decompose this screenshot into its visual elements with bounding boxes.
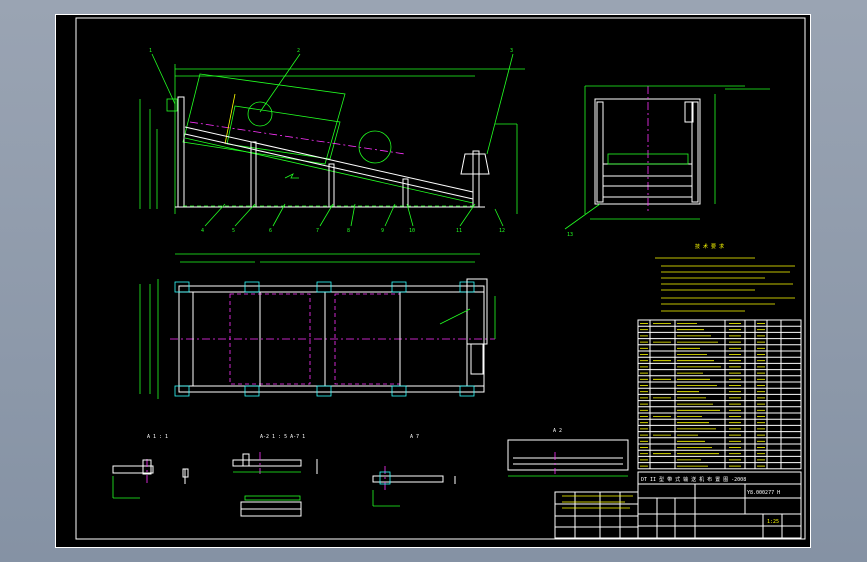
balloon: 12	[499, 228, 505, 234]
plan-view	[139, 253, 496, 399]
drawing-canvas: 1 2 3 4 5 6 7 8 9 10 11 12 13 技 术 要 求 DT…	[55, 14, 811, 548]
technical-notes: 技 术 要 求	[655, 243, 795, 312]
balloon: 1	[149, 48, 152, 54]
balloon: 10	[409, 228, 415, 234]
sheet-border	[55, 14, 811, 548]
parts-list-table	[637, 319, 802, 470]
title-block: DT II 型 带 式 输 送 机 布 置 图 -2008 Y8.000277 …	[554, 471, 802, 539]
detail-label: A 1 : 1	[147, 434, 168, 440]
drawing-number: Y8.000277 H	[747, 490, 780, 496]
drawing-title: DT II 型 带 式 输 送 机 布 置 图 -2008	[641, 476, 746, 483]
detail-view-4: A 2	[507, 428, 629, 477]
balloon: 3	[510, 48, 513, 54]
side-elevation-view	[139, 53, 525, 227]
balloon: 2	[297, 48, 300, 54]
balloon: 4	[201, 228, 204, 234]
detail-view-2: A-2 1 : 5 A-7 1	[232, 434, 318, 517]
small-notes-block	[562, 495, 633, 509]
balloon: 11	[456, 228, 462, 234]
balloon: 6	[269, 228, 272, 234]
detail-view-1: A 1 : 1	[112, 434, 189, 499]
end-view	[564, 85, 770, 230]
balloon: 13	[567, 232, 573, 238]
drawing-scale: 1:25	[767, 519, 779, 525]
balloon: 8	[347, 228, 350, 234]
balloon: 5	[232, 228, 235, 234]
detail-label: A 7	[410, 434, 419, 440]
detail-label: A-2 1 : 5 A-7 1	[260, 434, 305, 440]
detail-view-3: A 7	[372, 434, 456, 507]
balloon: 7	[316, 228, 319, 234]
detail-label: A 2	[553, 428, 562, 434]
cad-viewport[interactable]: 1 2 3 4 5 6 7 8 9 10 11 12 13 技 术 要 求 DT…	[0, 0, 867, 562]
notes-heading: 技 术 要 求	[695, 243, 724, 250]
balloon: 9	[381, 228, 384, 234]
drawing-sheet: 1 2 3 4 5 6 7 8 9 10 11 12 13 技 术 要 求 DT…	[55, 14, 811, 548]
